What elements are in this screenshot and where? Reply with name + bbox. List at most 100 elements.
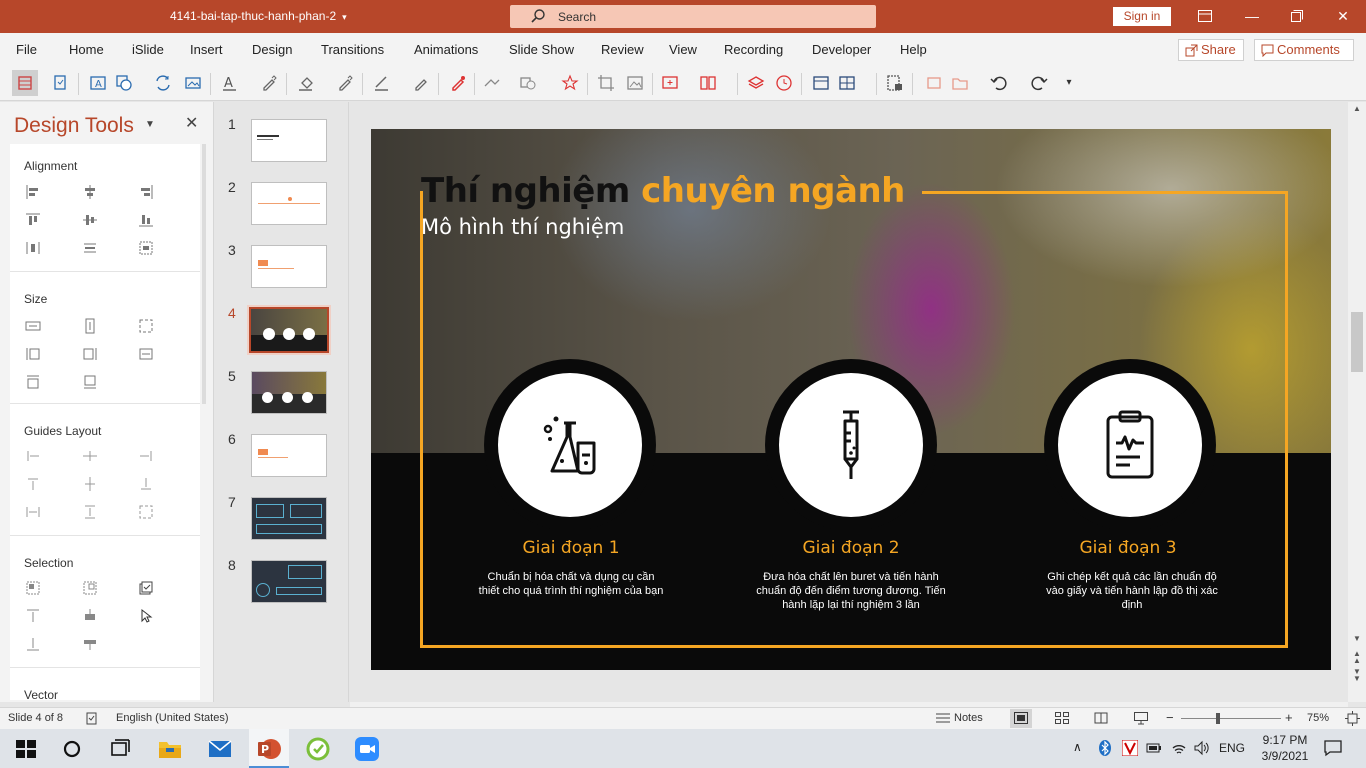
layout-icon[interactable]	[699, 74, 717, 92]
stage-1-circle[interactable]	[484, 359, 656, 531]
language-indicator[interactable]: English (United States)	[116, 712, 229, 724]
undo-icon[interactable]	[990, 74, 1008, 92]
align-top-icon[interactable]	[25, 212, 41, 228]
guide-center-h-icon[interactable]	[82, 448, 98, 464]
align-center-icon[interactable]	[82, 184, 98, 200]
select-top-icon[interactable]	[25, 608, 41, 624]
export-icon[interactable]	[886, 74, 904, 92]
folder-icon[interactable]	[951, 74, 969, 92]
design-tools-toggle-button[interactable]	[12, 70, 38, 96]
header-footer-icon[interactable]	[812, 74, 830, 92]
align-left-icon[interactable]	[25, 184, 41, 200]
share-button[interactable]: Share	[1178, 39, 1244, 61]
stage-3-description[interactable]: Ghi chép kết quả các lần chuẩn độ vào gi…	[1044, 570, 1220, 612]
cortana-search-icon[interactable]	[59, 736, 85, 762]
same-height-icon[interactable]	[82, 318, 98, 334]
action-center-icon[interactable]	[1324, 739, 1342, 757]
file-explorer-icon[interactable]	[157, 736, 183, 762]
zoom-level[interactable]: 75%	[1307, 712, 1329, 724]
guide-margin-h-icon[interactable]	[25, 504, 41, 520]
comments-button[interactable]: Comments	[1254, 39, 1354, 61]
slide-library-icon[interactable]	[925, 74, 943, 92]
bluetooth-icon[interactable]	[1098, 740, 1112, 756]
show-hidden-icons-icon[interactable]: ∧	[1073, 740, 1082, 754]
slide-thumbnail-4[interactable]	[247, 305, 331, 355]
align-middle-icon[interactable]	[82, 212, 98, 228]
slide-subtitle[interactable]: Mô hình thí nghiệm	[421, 215, 624, 239]
select-middle-icon[interactable]	[82, 608, 98, 624]
redo-icon[interactable]	[1030, 74, 1048, 92]
wifi-icon[interactable]	[1171, 740, 1187, 756]
font-color-icon[interactable]: A	[221, 74, 239, 92]
select-bottom-icon[interactable]	[25, 636, 41, 652]
scrollbar-thumb[interactable]	[1351, 312, 1363, 372]
minimize-icon[interactable]: —	[1238, 5, 1266, 27]
green-app-icon[interactable]	[305, 736, 331, 762]
accessibility-check-icon[interactable]	[85, 712, 98, 725]
stage-2-circle[interactable]	[765, 359, 937, 531]
document-title[interactable]: 4141-bai-tap-thuc-hanh-phan-2 ▾	[170, 9, 347, 23]
vertical-scrollbar[interactable]: ▲ ▼ ▲ ▲ ▼ ▼	[1348, 102, 1366, 702]
zoom-slider-thumb[interactable]	[1216, 713, 1220, 724]
tab-view[interactable]: View	[669, 42, 697, 57]
extend-top-icon[interactable]	[25, 374, 41, 390]
extend-right-icon[interactable]	[82, 346, 98, 362]
ribbon-display-options-icon[interactable]	[1191, 5, 1219, 27]
customize-toolbar-icon[interactable]: ▾	[1060, 74, 1078, 92]
tab-review[interactable]: Review	[601, 42, 644, 57]
stage-3-circle[interactable]	[1044, 359, 1216, 531]
pane-scrollbar[interactable]	[202, 144, 206, 404]
image-icon[interactable]	[626, 74, 644, 92]
distribute-both-icon[interactable]	[138, 240, 154, 256]
tab-recording[interactable]: Recording	[724, 42, 783, 57]
battery-icon[interactable]	[1146, 741, 1162, 755]
slideshow-icon[interactable]	[1134, 712, 1148, 725]
antivirus-icon[interactable]	[1122, 740, 1138, 756]
layers-icon[interactable]	[747, 74, 765, 92]
textbox-icon[interactable]: A	[89, 74, 107, 92]
tab-slide-show[interactable]: Slide Show	[509, 42, 574, 57]
slide-thumbnail-7[interactable]	[251, 497, 327, 540]
stage-2-description[interactable]: Đưa hóa chất lên buret và tiến hành chuẩ…	[756, 570, 946, 612]
slide-title[interactable]: Thí nghiệm chuyên ngành	[421, 171, 905, 211]
distribute-horizontal-icon[interactable]	[25, 240, 41, 256]
tab-developer[interactable]: Developer	[812, 42, 871, 57]
slide-thumbnail-2[interactable]	[251, 182, 327, 225]
fit-to-window-icon[interactable]	[1345, 711, 1360, 726]
stage-1-description[interactable]: Chuẩn bị hóa chất và dụng cụ cần thiết c…	[476, 570, 666, 598]
sign-in-button[interactable]: Sign in	[1113, 7, 1171, 26]
system-clock[interactable]: 9:17 PM 3/9/2021	[1255, 732, 1315, 764]
volume-icon[interactable]	[1194, 740, 1210, 756]
select-same-fill-icon[interactable]	[25, 580, 41, 596]
close-icon[interactable]: ✕	[1329, 5, 1357, 27]
align-right-icon[interactable]	[138, 184, 154, 200]
guide-bottom-icon[interactable]	[138, 476, 154, 492]
fill-color-icon[interactable]	[297, 74, 315, 92]
replace-icon[interactable]	[154, 74, 172, 92]
guide-margin-v-icon[interactable]	[82, 504, 98, 520]
fill-eyedropper-icon[interactable]	[336, 74, 354, 92]
pane-options-chevron-icon[interactable]: ▼	[145, 119, 155, 130]
extend-both-icon[interactable]	[138, 346, 154, 362]
crop-icon[interactable]	[597, 74, 615, 92]
text-eyedropper-icon[interactable]	[260, 74, 278, 92]
slide-4[interactable]: Thí nghiệm chuyên ngành Mô hình thí nghi…	[371, 129, 1331, 670]
picture-swap-icon[interactable]	[184, 74, 202, 92]
mail-icon[interactable]	[207, 736, 233, 762]
slide-thumbnail-6[interactable]	[251, 434, 327, 477]
notes-button[interactable]: Notes	[954, 712, 983, 724]
windows-start-icon[interactable]	[13, 736, 39, 762]
input-language-indicator[interactable]: ENG	[1219, 741, 1245, 755]
guide-top-icon[interactable]	[25, 476, 41, 492]
same-width-icon[interactable]	[25, 318, 41, 334]
slide-thumbnail-5[interactable]	[251, 371, 327, 414]
tab-file[interactable]: File	[16, 42, 37, 57]
align-bottom-icon[interactable]	[138, 212, 154, 228]
line-eyedropper-icon[interactable]	[412, 74, 430, 92]
same-size-icon[interactable]	[138, 318, 154, 334]
previous-slide-icon[interactable]: ▲ ▲	[1353, 650, 1361, 665]
guide-frame-icon[interactable]	[138, 504, 154, 520]
tab-help[interactable]: Help	[900, 42, 927, 57]
slide-thumbnail-8[interactable]	[251, 560, 327, 603]
select-same-line-icon[interactable]	[82, 580, 98, 596]
